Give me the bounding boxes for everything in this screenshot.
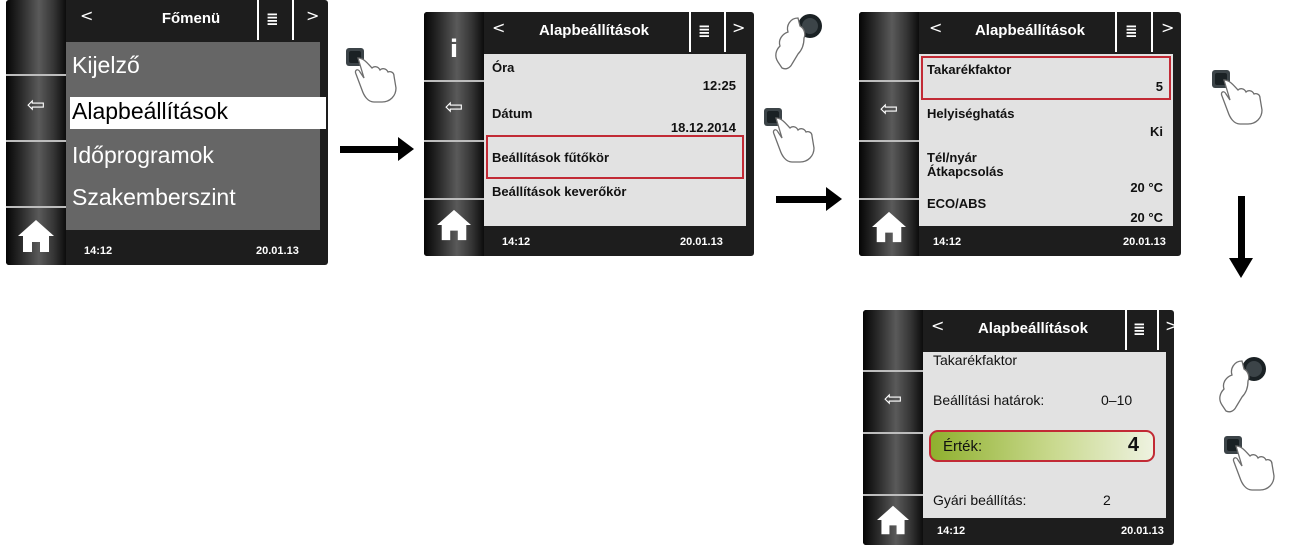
footer-time: 14:12: [933, 236, 962, 248]
screen-value-edit: ⇦ < Alapbeállítások ≣ > Takarékfaktor Be…: [863, 310, 1174, 545]
screen-main-menu: ⇦ < Főmenü ≣ > Kijelző Alapbeállítások I…: [6, 0, 328, 265]
footer: 14:12 20.01.13: [923, 515, 1174, 545]
home-icon[interactable]: [6, 218, 66, 254]
page-title: Főmenü: [161, 10, 221, 27]
screen-basic-settings-1: i ⇦ < Alapbeállítások ≣ > Óra 12:25 Dátu…: [424, 12, 754, 256]
footer: 14:12 20.01.13: [484, 226, 754, 256]
header: < Főmenü ≣ >: [66, 0, 328, 40]
row-label-takarekfaktor: Takarékfaktor: [927, 62, 1012, 77]
row-label-datum[interactable]: Dátum: [492, 106, 532, 121]
page-title: Alapbeállítások: [974, 22, 1086, 39]
footer: 14:12 20.01.13: [919, 226, 1181, 256]
row-label-tel-nyar[interactable]: Tél/nyár: [927, 150, 977, 165]
back-icon[interactable]: ⇦: [424, 94, 484, 122]
settings-list: Óra 12:25 Dátum 18.12.2014 Beállítások f…: [484, 54, 746, 226]
menu-list: Kijelző Alapbeállítások Időprogramok Sza…: [66, 42, 326, 230]
screen-basic-settings-2: ⇦ < Alapbeállítások ≣ > Takarékfaktor 5 …: [859, 12, 1181, 256]
page-title: Alapbeállítások: [977, 320, 1089, 337]
value-label: Érték:: [943, 438, 983, 455]
row-label-atkapcsolas: Átkapcsolás: [927, 164, 1004, 179]
value-number: 4: [1127, 434, 1139, 456]
menu-icon[interactable]: ≣: [266, 10, 279, 28]
hand-press-icon: [1210, 66, 1270, 126]
default-value: 2: [1103, 492, 1111, 508]
footer-time: 14:12: [84, 245, 113, 257]
footer-date: 20.01.13: [256, 245, 299, 257]
footer: 14:12 20.01.13: [66, 235, 328, 265]
menu-icon[interactable]: ≣: [698, 22, 711, 40]
side-bar: ⇦: [859, 12, 919, 256]
default-label: Gyári beállítás:: [933, 492, 1027, 508]
menu-item-alapbeallitasok[interactable]: Alapbeállítások: [70, 97, 326, 129]
next-icon[interactable]: >: [1165, 316, 1174, 335]
side-bar: ⇦: [6, 0, 66, 265]
row-value-ora: 12:25: [702, 78, 736, 93]
next-icon[interactable]: >: [306, 6, 319, 25]
param-name: Takarékfaktor: [933, 352, 1018, 368]
home-icon[interactable]: [424, 208, 484, 242]
row-label-ora[interactable]: Óra: [492, 60, 514, 75]
page-title: Alapbeállítások: [538, 22, 650, 39]
header: < Alapbeállítások ≣ >: [919, 12, 1181, 52]
side-bar: ⇦: [863, 310, 923, 545]
row-label-futokor: Beállítások fűtőkör: [492, 150, 610, 165]
limits-value: 0–10: [1101, 392, 1133, 408]
next-icon[interactable]: >: [1161, 18, 1174, 37]
hand-press-icon: [344, 44, 404, 104]
row-label-keverokor[interactable]: Beállítások keverőkör: [492, 184, 626, 199]
back-icon[interactable]: ⇦: [6, 92, 66, 120]
home-icon[interactable]: [859, 210, 919, 244]
back-icon[interactable]: ⇦: [859, 96, 919, 124]
hand-press-icon: [1222, 432, 1282, 492]
menu-icon[interactable]: ≣: [1125, 22, 1138, 40]
arrow-right-2: [776, 187, 842, 211]
arrow-right-1: [340, 137, 414, 161]
limits-label: Beállítási határok:: [933, 392, 1045, 408]
row-value-takarekfaktor: 5: [1155, 79, 1163, 94]
menu-item-kijelzo[interactable]: Kijelző: [72, 52, 140, 79]
menu-item-label: Alapbeállítások: [72, 98, 228, 124]
home-icon[interactable]: [863, 504, 923, 536]
row-value-helyiseghatas: Ki: [1150, 124, 1163, 139]
footer-time: 14:12: [502, 236, 531, 248]
hand-rotate-icon: [1212, 355, 1272, 415]
settings-list: Takarékfaktor 5 Helyiséghatás Ki Tél/nyá…: [919, 54, 1173, 226]
info-icon[interactable]: i: [424, 34, 484, 64]
footer-date: 20.01.13: [680, 236, 723, 248]
arrow-down: [1229, 196, 1253, 278]
next-icon[interactable]: >: [732, 18, 745, 37]
row-label-eco-abs[interactable]: ECO/ABS: [927, 196, 986, 211]
header: < Alapbeállítások ≣ >: [484, 12, 754, 52]
value-field[interactable]: Érték: 4: [929, 430, 1155, 462]
hand-press-icon: [762, 104, 822, 164]
back-icon[interactable]: ⇦: [863, 386, 923, 414]
header: < Alapbeállítások ≣ >: [923, 310, 1174, 350]
value-edit-panel: Takarékfaktor Beállítási határok: 0–10 É…: [923, 352, 1166, 518]
menu-item-idoprogramok[interactable]: Időprogramok: [72, 142, 214, 169]
footer-date: 20.01.13: [1121, 525, 1164, 537]
menu-item-szakemberszint[interactable]: Szakemberszint: [72, 184, 236, 211]
row-value-datum: 18.12.2014: [670, 120, 736, 135]
footer-date: 20.01.13: [1123, 236, 1166, 248]
prev-icon[interactable]: <: [80, 6, 93, 25]
side-bar: i ⇦: [424, 12, 484, 256]
row-value-eco-abs: 20 °C: [1130, 210, 1163, 225]
hand-rotate-icon: [768, 12, 828, 72]
row-label-helyiseghatas[interactable]: Helyiséghatás: [927, 106, 1014, 121]
footer-time: 14:12: [937, 525, 966, 537]
menu-icon[interactable]: ≣: [1133, 320, 1146, 338]
row-value-tel-nyar: 20 °C: [1130, 180, 1163, 195]
